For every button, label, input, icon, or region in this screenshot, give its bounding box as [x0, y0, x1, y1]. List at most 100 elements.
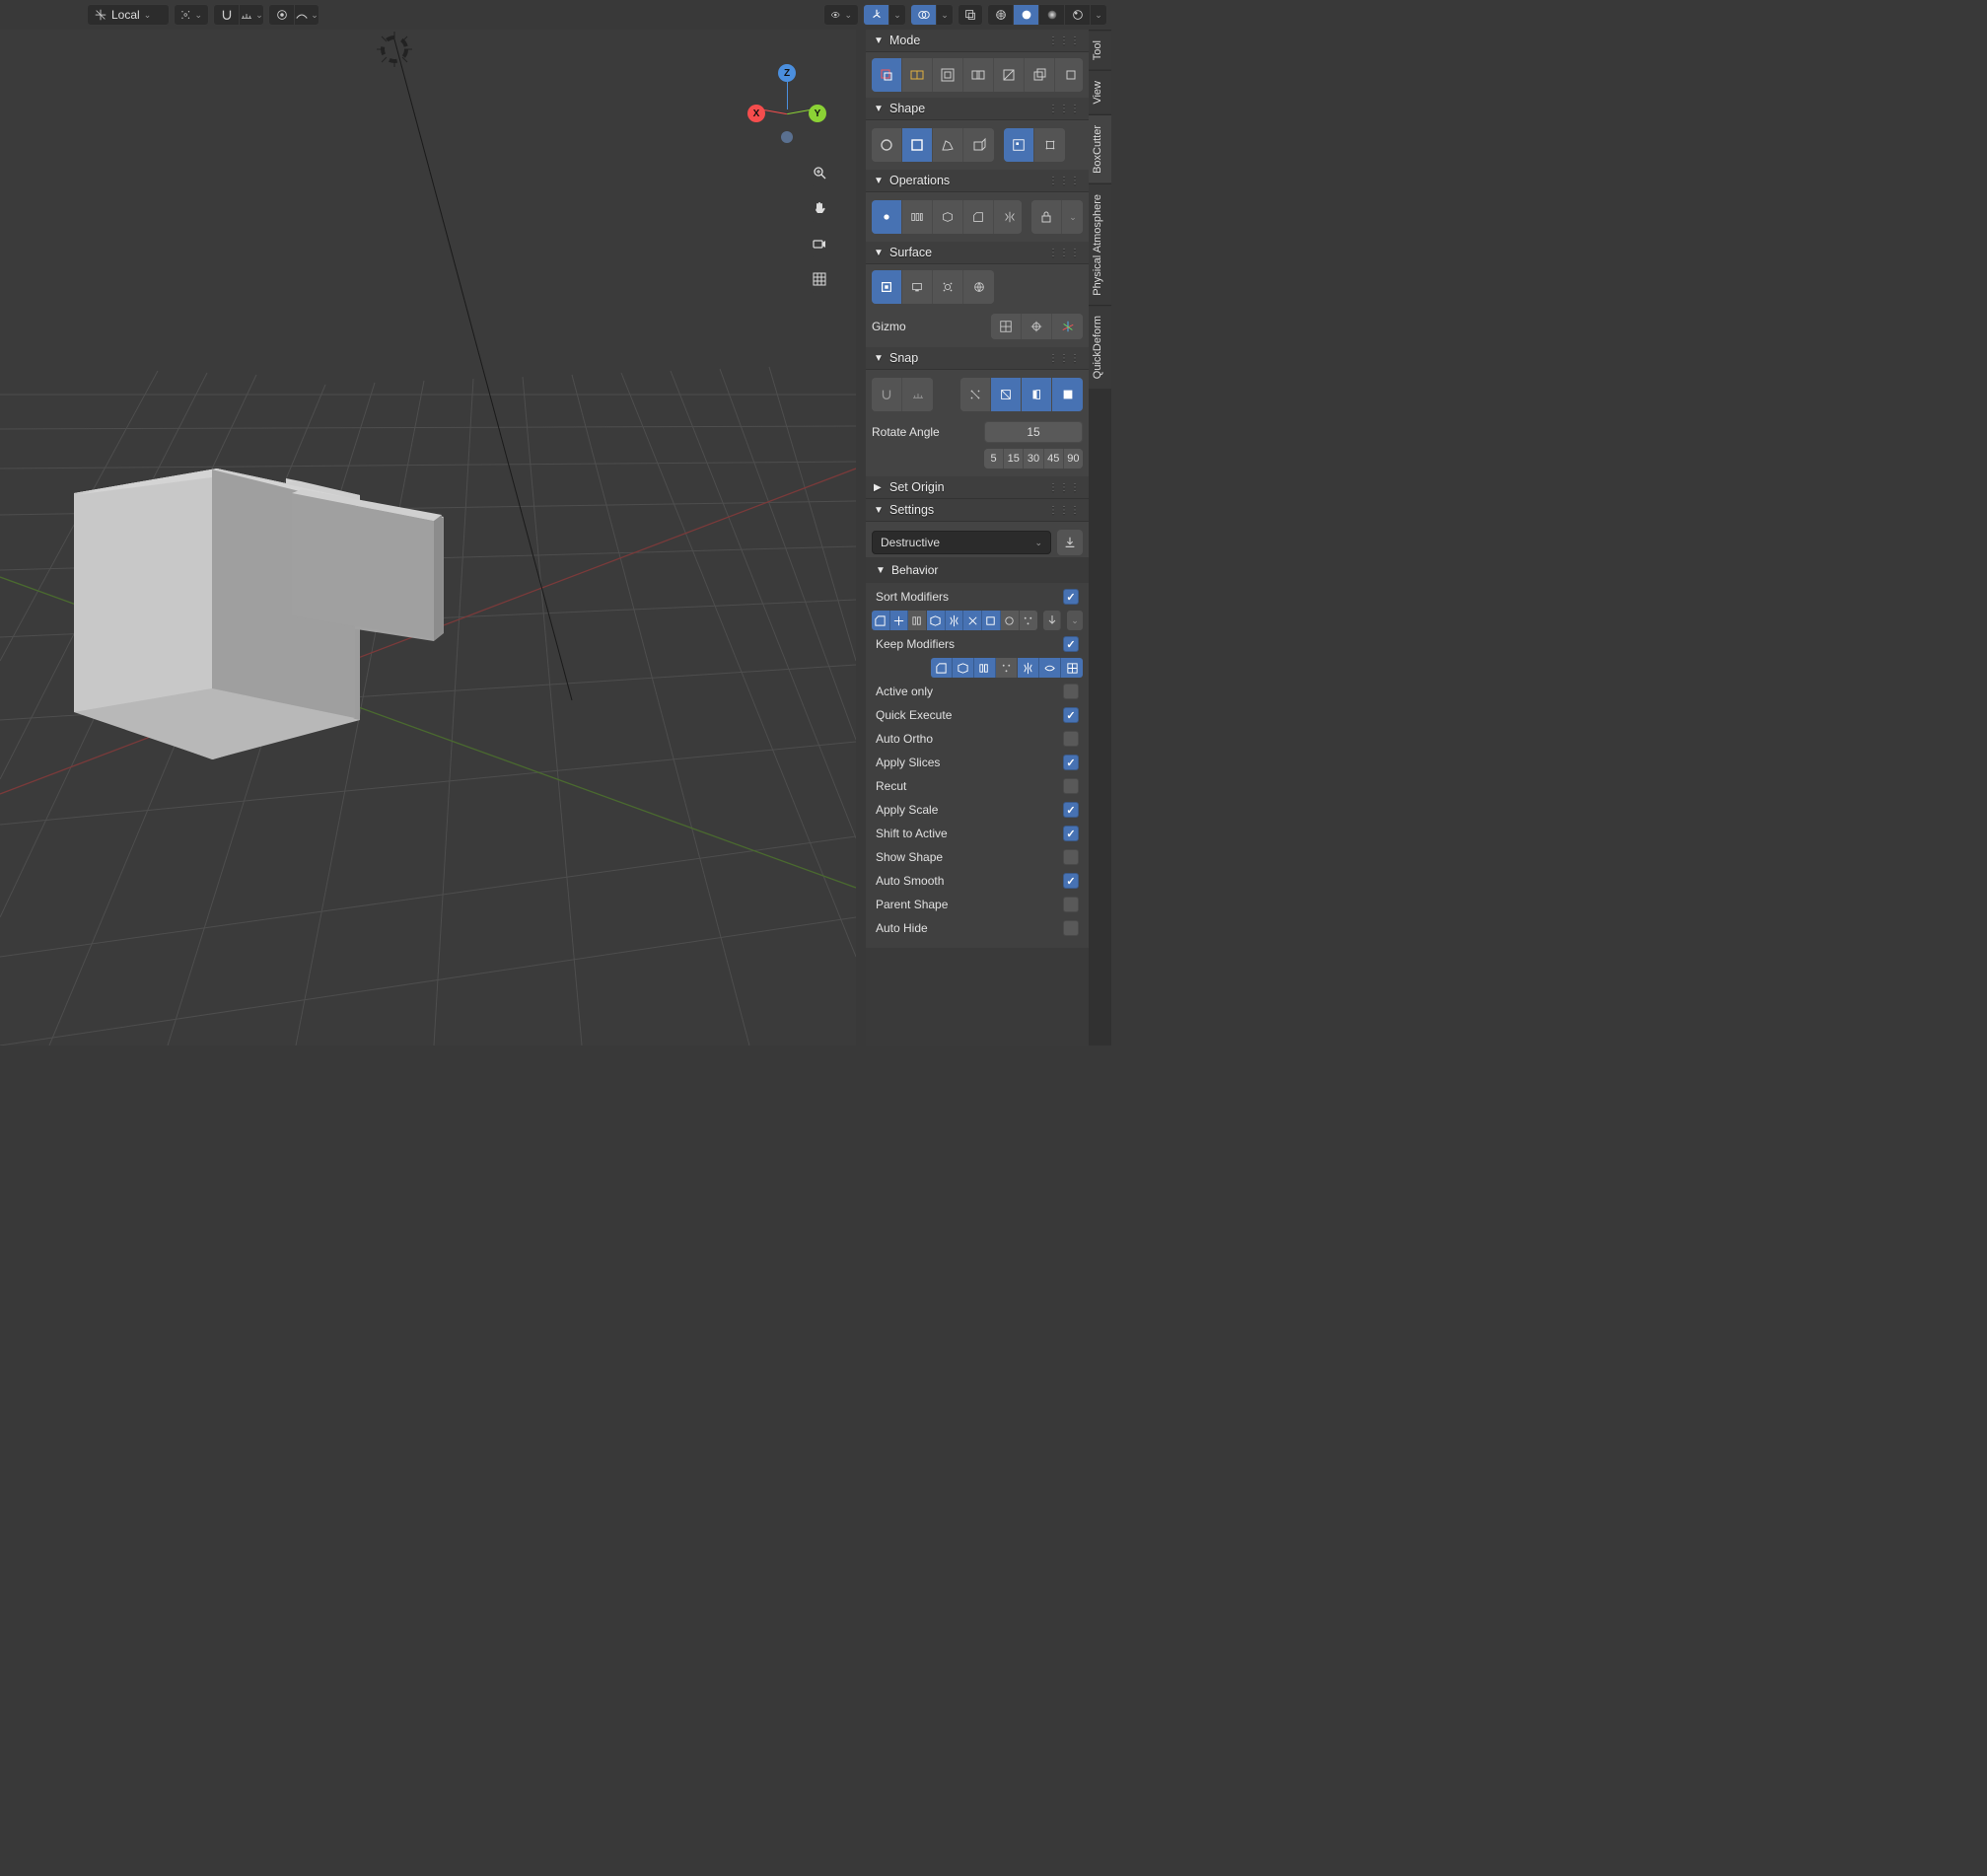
mode-cut[interactable]	[872, 58, 902, 92]
keep-decimate[interactable]	[1061, 658, 1083, 678]
shading-material[interactable]	[1038, 4, 1064, 26]
op-array[interactable]	[902, 200, 933, 234]
option-checkbox[interactable]	[1063, 849, 1079, 865]
option-checkbox[interactable]	[1063, 707, 1079, 723]
overlay-toggle[interactable]	[910, 4, 936, 26]
axis-orbit-gizmo[interactable]: Z X Y	[747, 64, 826, 143]
vtab-tool[interactable]: Tool	[1089, 30, 1111, 70]
shading-dropdown[interactable]: ⌄	[1090, 4, 1107, 26]
option-checkbox[interactable]	[1063, 755, 1079, 770]
vtab-view[interactable]: View	[1089, 70, 1111, 114]
transform-orientation-dropdown[interactable]: Local ⌄	[87, 4, 170, 26]
mode-knife[interactable]	[994, 58, 1025, 92]
shading-solid[interactable]	[1013, 4, 1038, 26]
shape-circle[interactable]	[872, 128, 902, 162]
surface-center[interactable]	[933, 270, 963, 304]
op-dropdown[interactable]: ⌄	[1062, 200, 1083, 234]
preset-5[interactable]: 5	[984, 449, 1004, 469]
option-checkbox[interactable]	[1063, 873, 1079, 889]
snap-toggle[interactable]	[213, 4, 239, 26]
gizmo-dropdown[interactable]: ⌄	[888, 4, 906, 26]
snap-vert[interactable]	[1052, 378, 1083, 411]
mode-make[interactable]	[1055, 58, 1083, 92]
behavior-subheader[interactable]: ▼ Behavior	[866, 557, 1089, 583]
axis-z[interactable]: Z	[778, 64, 796, 82]
proportional-toggle[interactable]	[268, 4, 294, 26]
op-lock[interactable]	[1031, 200, 1062, 234]
visibility-dropdown[interactable]: ⌄	[823, 4, 859, 26]
snap-grid[interactable]	[960, 378, 991, 411]
sort-down[interactable]	[1043, 611, 1061, 630]
section-shape-header[interactable]: ▼ Shape ⋮⋮⋮	[866, 98, 1089, 120]
mode-extract[interactable]	[1025, 58, 1055, 92]
keep-modifiers-checkbox[interactable]	[1063, 636, 1079, 652]
shape-box[interactable]	[902, 128, 933, 162]
option-checkbox[interactable]	[1063, 778, 1079, 794]
sort-more[interactable]: ⌄	[1067, 611, 1083, 630]
vtab-physical-atmosphere[interactable]: Physical Atmosphere	[1089, 183, 1111, 306]
option-checkbox[interactable]	[1063, 731, 1079, 747]
xray-toggle[interactable]	[958, 4, 983, 26]
axis-neg-z[interactable]	[781, 131, 793, 143]
snap-magnet[interactable]	[872, 378, 902, 411]
keep-simple[interactable]	[1018, 658, 1039, 678]
surface-world[interactable]	[963, 270, 994, 304]
shape-custom[interactable]	[963, 128, 994, 162]
mod-weighted[interactable]	[890, 611, 909, 630]
gizmo-toggle[interactable]	[863, 4, 888, 26]
mod-array[interactable]	[908, 611, 927, 630]
shading-wireframe[interactable]	[987, 4, 1013, 26]
mod-mirror[interactable]	[946, 611, 964, 630]
shape-ngon[interactable]	[933, 128, 963, 162]
vtab-quickdeform[interactable]: QuickDeform	[1089, 305, 1111, 389]
section-operations-header[interactable]: ▼ Operations ⋮⋮⋮	[866, 170, 1089, 192]
op-solidify[interactable]	[933, 200, 963, 234]
mod-bevel[interactable]	[872, 611, 890, 630]
axis-y[interactable]: Y	[809, 105, 826, 122]
mod-solidify[interactable]	[927, 611, 946, 630]
keep-array[interactable]	[974, 658, 996, 678]
pan-button[interactable]	[805, 193, 834, 223]
mode-inset[interactable]	[933, 58, 963, 92]
section-mode-header[interactable]: ▼ Mode ⋮⋮⋮	[866, 30, 1089, 52]
snap-edge[interactable]	[1022, 378, 1052, 411]
apply-button[interactable]	[1057, 530, 1083, 555]
gizmo-grid[interactable]	[991, 314, 1022, 339]
pivot-point-dropdown[interactable]: ⌄	[174, 4, 209, 26]
keep-mirror[interactable]	[996, 658, 1018, 678]
gizmo-transform[interactable]	[1052, 314, 1083, 339]
sort-modifiers-checkbox[interactable]	[1063, 589, 1079, 605]
op-bevel[interactable]	[963, 200, 994, 234]
option-checkbox[interactable]	[1063, 897, 1079, 912]
overlay-dropdown[interactable]: ⌄	[936, 4, 954, 26]
rotate-angle-field[interactable]: 15	[984, 421, 1083, 443]
gizmo-cursor[interactable]	[1022, 314, 1052, 339]
3d-viewport[interactable]: Z X Y	[0, 30, 856, 1046]
camera-button[interactable]	[805, 229, 834, 258]
section-set-origin-header[interactable]: ▶ Set Origin ⋮⋮⋮	[866, 476, 1089, 499]
surface-object[interactable]	[872, 270, 902, 304]
op-default[interactable]	[872, 200, 902, 234]
mode-slice[interactable]	[902, 58, 933, 92]
keep-bevel[interactable]	[931, 658, 953, 678]
mode-join[interactable]	[963, 58, 994, 92]
perspective-button[interactable]	[805, 264, 834, 294]
option-checkbox[interactable]	[1063, 684, 1079, 699]
snap-mode-dropdown[interactable]: ⌄	[239, 4, 264, 26]
shading-rendered[interactable]	[1064, 4, 1090, 26]
axis-x[interactable]: X	[747, 105, 765, 122]
zoom-button[interactable]	[805, 158, 834, 187]
preset-30[interactable]: 30	[1024, 449, 1043, 469]
snap-face[interactable]	[991, 378, 1022, 411]
mod-simple[interactable]	[982, 611, 1001, 630]
snap-increment[interactable]	[902, 378, 933, 411]
falloff-dropdown[interactable]: ⌄	[294, 4, 319, 26]
mod-lattice[interactable]	[1001, 611, 1020, 630]
shape-wire-toggle[interactable]	[1004, 128, 1034, 162]
preset-45[interactable]: 45	[1044, 449, 1064, 469]
keep-weld[interactable]	[1039, 658, 1061, 678]
option-checkbox[interactable]	[1063, 920, 1079, 936]
mod-screw[interactable]	[963, 611, 982, 630]
shape-dots-toggle[interactable]	[1034, 128, 1065, 162]
section-surface-header[interactable]: ▼ Surface ⋮⋮⋮	[866, 242, 1089, 264]
